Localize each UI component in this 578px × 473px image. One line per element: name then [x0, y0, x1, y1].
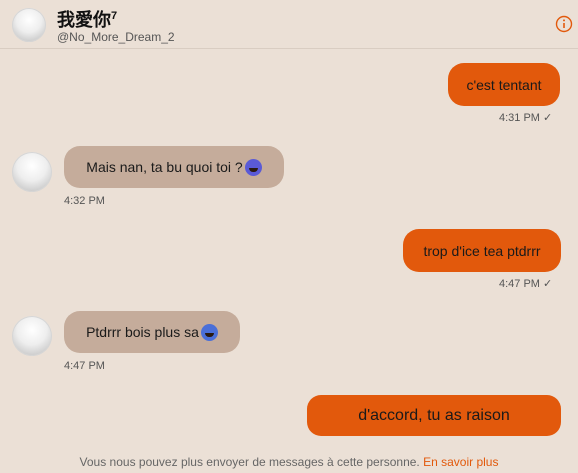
sent-check-icon: ✓ [542, 112, 553, 124]
notice-text: Vous nous pouvez plus envoyer de message… [79, 455, 420, 469]
message-bubble-incoming[interactable]: Ptdrrr bois plus sa [64, 311, 240, 353]
message-bubble-outgoing[interactable]: d'accord, tu as raison [307, 395, 561, 436]
message-timestamp: 4:47 PM [64, 360, 105, 372]
message-bubble-incoming[interactable]: Mais nan, ta bu quoi toi ? [64, 146, 284, 188]
timestamp-text: 4:47 PM [64, 360, 105, 372]
contact-name[interactable]: 我愛你7 [57, 6, 117, 32]
messaging-restricted-notice: Vous nous pouvez plus envoyer de message… [0, 455, 578, 469]
message-text: trop d'ice tea ptdrrr [423, 242, 541, 259]
contact-name-text: 我愛你 [57, 10, 111, 30]
sender-avatar[interactable] [12, 316, 52, 356]
contact-handle: @No_More_Dream_2 [57, 30, 175, 44]
message-text: c'est tentant [466, 76, 542, 93]
timestamp-text: 4:32 PM [64, 195, 105, 207]
weary-face-emoji-icon [244, 158, 262, 176]
contact-name-sup: 7 [111, 10, 118, 22]
conversation-header: 我愛你7 @No_More_Dream_2 [0, 0, 578, 49]
message-bubble-outgoing[interactable]: c'est tentant [448, 63, 560, 106]
tears-of-joy-emoji-icon [200, 323, 218, 341]
message-timestamp: 4:31 PM ✓ [499, 111, 553, 125]
info-icon[interactable] [555, 15, 573, 33]
timestamp-text: 4:47 PM [499, 277, 540, 290]
sender-avatar[interactable] [12, 152, 52, 192]
message-timestamp: 4:32 PM [64, 195, 105, 207]
message-bubble-outgoing[interactable]: trop d'ice tea ptdrrr [403, 229, 561, 272]
timestamp-text: 4:31 PM [499, 111, 540, 124]
message-text: d'accord, tu as raison [358, 406, 510, 424]
contact-avatar[interactable] [12, 8, 46, 42]
learn-more-link[interactable]: En savoir plus [423, 455, 498, 469]
sent-check-icon: ✓ [542, 278, 553, 290]
message-text: Ptdrrr bois plus sa [86, 324, 199, 340]
message-timestamp: 4:47 PM ✓ [499, 277, 553, 291]
message-text: Mais nan, ta bu quoi toi ? [86, 159, 243, 175]
